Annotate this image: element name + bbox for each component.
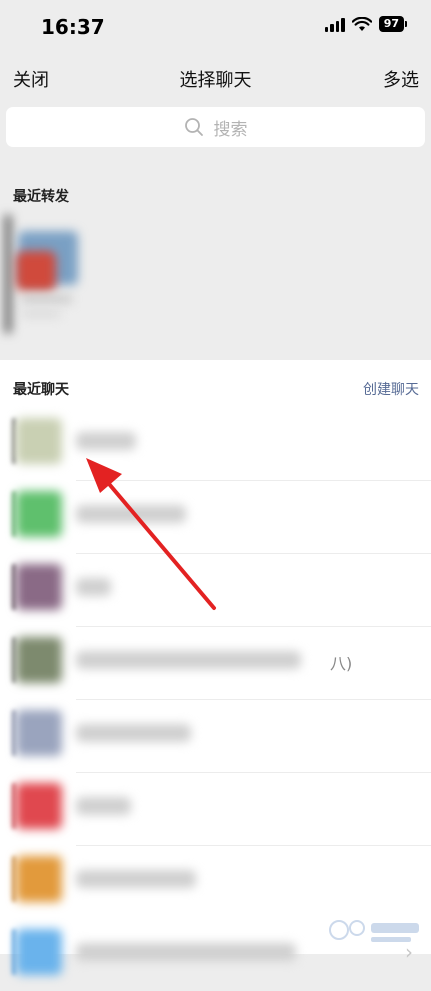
page-title: 选择聊天 (179, 70, 252, 91)
chat-avatar (16, 929, 62, 975)
recent-chat-panel: 最近聊天 创建聊天 八) › (0, 360, 431, 975)
search-icon (184, 118, 203, 136)
watermark-logo (329, 920, 419, 942)
search-input[interactable]: 搜索 (6, 107, 425, 147)
wifi-icon (351, 16, 372, 31)
chat-name-blurred (76, 578, 111, 596)
row-divider (76, 772, 431, 773)
chat-name-blurred (76, 505, 186, 523)
recent-chat-label: 最近聊天 (13, 382, 69, 398)
recent-forward-label: 最近转发 (13, 189, 69, 205)
chat-row[interactable] (0, 407, 431, 480)
battery-icon: 97 (378, 16, 407, 32)
chat-row[interactable] (0, 553, 431, 626)
status-bar: 16:37 97 (0, 0, 431, 52)
chat-row[interactable]: 八) (0, 626, 431, 699)
row-divider (76, 699, 431, 700)
chat-avatar (16, 710, 62, 756)
chat-name-blurred (76, 432, 136, 450)
row-divider (76, 553, 431, 554)
multi-select-button[interactable]: 多选 (383, 66, 419, 92)
search-placeholder: 搜索 (213, 119, 248, 140)
nav-bar: 关闭 选择聊天 多选 (0, 52, 431, 102)
chat-avatar (16, 418, 62, 464)
row-divider (76, 480, 431, 481)
status-icons: 97 (324, 16, 407, 32)
chat-row[interactable] (0, 480, 431, 553)
chat-row[interactable] (0, 772, 431, 845)
chat-avatar (16, 783, 62, 829)
battery-level: 97 (378, 16, 404, 32)
chat-name-blurred (76, 651, 301, 669)
cellular-signal-icon (324, 17, 345, 32)
chat-name-blurred (76, 724, 191, 742)
chat-avatar (16, 637, 62, 683)
chat-name-blurred (76, 797, 131, 815)
chat-avatar (16, 564, 62, 610)
chat-name-blurred (76, 943, 296, 961)
recent-forward-item[interactable] (4, 211, 88, 335)
chat-name-blurred (76, 870, 196, 888)
chat-row[interactable] (0, 699, 431, 772)
status-time: 16:37 (41, 15, 105, 39)
chat-avatar (16, 856, 62, 902)
chat-name-trailing: 八) (330, 654, 353, 673)
row-divider (76, 845, 431, 846)
chat-avatar (16, 491, 62, 537)
create-chat-button[interactable]: 创建聊天 (363, 379, 419, 399)
row-divider (76, 626, 431, 627)
chat-row[interactable] (0, 845, 431, 918)
